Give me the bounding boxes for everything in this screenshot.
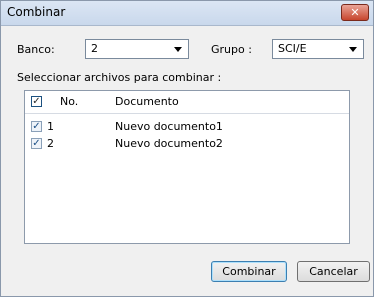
check-icon: ✓ (32, 121, 41, 132)
list-item[interactable]: ✓ 1 Nuevo documento1 (25, 120, 349, 134)
row-checkbox[interactable]: ✓ (31, 138, 42, 149)
combinar-button[interactable]: Combinar (211, 261, 287, 282)
check-icon: ✓ (32, 96, 41, 107)
row-document: Nuevo documento1 (115, 120, 223, 133)
grupo-value: SCI/E (278, 42, 307, 55)
banco-select[interactable]: 2 (85, 39, 189, 59)
list-header: ✓ No. Documento (25, 91, 349, 114)
file-list[interactable]: ✓ No. Documento ✓ 1 Nuevo documento1 ✓ 2… (24, 90, 350, 244)
list-item[interactable]: ✓ 2 Nuevo documento2 (25, 137, 349, 151)
cancelar-button[interactable]: Cancelar (297, 261, 370, 282)
row-document: Nuevo documento2 (115, 137, 223, 150)
window-title: Combinar (7, 5, 66, 19)
close-icon: ✕ (350, 6, 360, 19)
grupo-label: Grupo : (211, 43, 252, 56)
row-checkbox[interactable]: ✓ (31, 121, 42, 132)
grupo-select[interactable]: SCI/E (272, 39, 364, 59)
list-caption: Seleccionar archivos para combinar : (17, 71, 222, 84)
close-button[interactable]: ✕ (341, 4, 369, 21)
check-icon: ✓ (32, 138, 41, 149)
row-number: 2 (47, 137, 54, 150)
combinar-dialog: Combinar ✕ Banco: 2 Grupo : SCI/E Selecc… (0, 0, 374, 297)
row-number: 1 (47, 120, 54, 133)
chevron-down-icon (349, 47, 357, 52)
column-header-no[interactable]: No. (60, 95, 78, 108)
banco-value: 2 (91, 42, 98, 55)
chevron-down-icon (174, 47, 182, 52)
banco-label: Banco: (17, 43, 55, 56)
select-all-checkbox[interactable]: ✓ (31, 96, 42, 107)
column-header-documento[interactable]: Documento (115, 95, 179, 108)
title-bar[interactable]: Combinar ✕ (1, 1, 373, 26)
